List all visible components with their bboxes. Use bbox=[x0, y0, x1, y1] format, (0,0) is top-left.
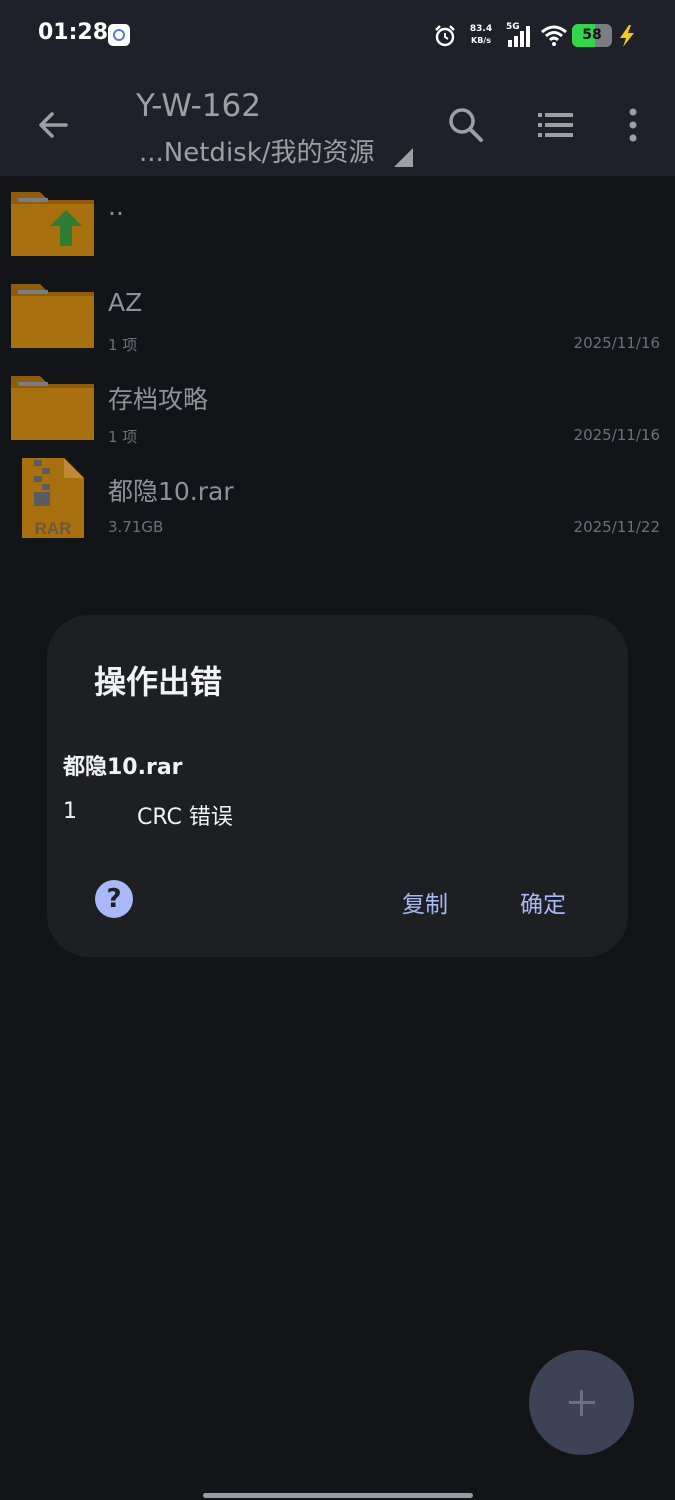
file-name: 存档攻略 bbox=[108, 385, 209, 414]
more-vert-icon[interactable] bbox=[610, 102, 656, 148]
alarm-icon bbox=[435, 25, 455, 47]
ok-button[interactable]: 确定 bbox=[520, 885, 566, 919]
status-time: 01:28 bbox=[38, 20, 109, 45]
dialog-file-name: 都隐10.rar bbox=[63, 755, 183, 780]
error-message: CRC 错误 bbox=[137, 805, 233, 830]
search-icon[interactable] bbox=[443, 102, 489, 148]
copy-button[interactable]: 复制 bbox=[402, 885, 448, 919]
list-item-parent[interactable]: .. bbox=[0, 182, 675, 274]
status-bar: 01:28 83.4 KB/s 5G 58 bbox=[0, 0, 675, 76]
file-name: AZ bbox=[108, 288, 143, 317]
net-speed-value: 83.4 bbox=[469, 24, 493, 34]
list-view-icon[interactable] bbox=[533, 102, 579, 148]
net-speed: 83.4 KB/s bbox=[467, 24, 495, 46]
file-meta: 3.71GB bbox=[108, 518, 164, 536]
file-meta: 1 项 bbox=[108, 428, 138, 446]
back-arrow-icon[interactable] bbox=[30, 102, 76, 148]
help-icon[interactable]: ? bbox=[95, 880, 133, 918]
net-speed-unit: KB/s bbox=[471, 36, 491, 45]
file-name: .. bbox=[108, 192, 124, 221]
breadcrumb-path[interactable]: ...Netdisk/我的资源 bbox=[139, 132, 375, 169]
folder-title: Y-W-162 bbox=[136, 88, 261, 124]
toolbar: Y-W-162 ...Netdisk/我的资源 bbox=[0, 76, 675, 176]
file-name: 都隐10.rar bbox=[108, 477, 234, 506]
list-item[interactable]: RAR 都隐10.rar 3.71GB 2025/11/22 bbox=[0, 458, 675, 550]
list-item[interactable]: 存档攻略 1 项 2025/11/16 bbox=[0, 366, 675, 458]
charging-bolt-icon bbox=[620, 25, 634, 47]
parent-folder-icon bbox=[11, 192, 94, 256]
rar-file-icon: RAR bbox=[22, 458, 84, 538]
battery-indicator: 58 bbox=[572, 24, 612, 47]
app-notification-icon bbox=[108, 24, 130, 46]
folder-icon bbox=[11, 284, 94, 348]
home-indicator[interactable] bbox=[203, 1493, 473, 1498]
signal-icon bbox=[508, 26, 530, 47]
file-date: 2025/11/16 bbox=[573, 426, 660, 444]
list-item[interactable]: AZ 1 项 2025/11/16 bbox=[0, 274, 675, 366]
path-dropdown-icon[interactable] bbox=[394, 148, 413, 167]
file-date: 2025/11/16 bbox=[573, 334, 660, 352]
add-fab-button[interactable] bbox=[529, 1350, 634, 1455]
battery-level: 58 bbox=[582, 27, 602, 43]
file-meta: 1 项 bbox=[108, 336, 138, 354]
folder-icon bbox=[11, 376, 94, 440]
rar-badge-label: RAR bbox=[35, 519, 72, 538]
error-index: 1 bbox=[63, 799, 77, 824]
dialog-title: 操作出错 bbox=[94, 663, 223, 701]
file-date: 2025/11/22 bbox=[573, 518, 660, 536]
error-dialog: 操作出错 都隐10.rar 1 CRC 错误 ? 复制 确定 bbox=[47, 615, 628, 957]
wifi-icon bbox=[541, 25, 567, 46]
